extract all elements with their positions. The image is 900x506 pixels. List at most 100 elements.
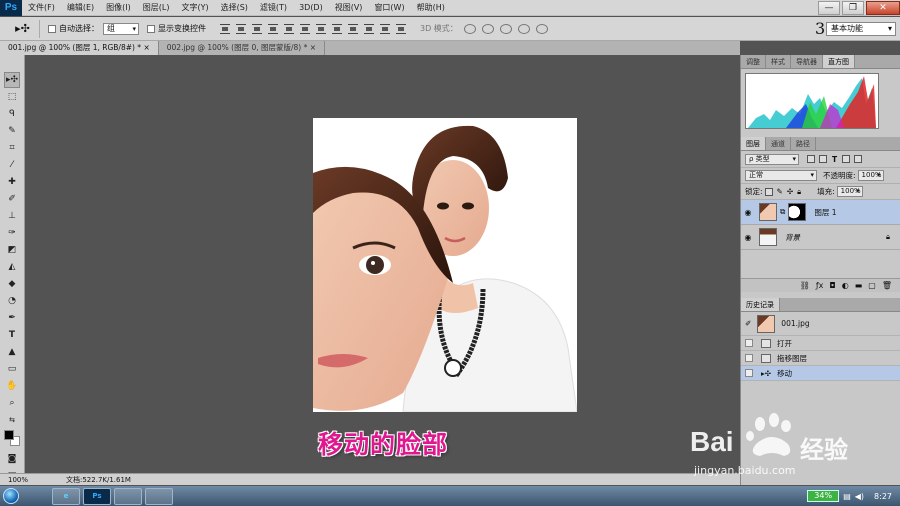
opacity-input[interactable]: 100% <box>857 170 884 181</box>
brush-tool-icon[interactable]: ✐ <box>4 191 20 207</box>
taskbar-photoshop-icon[interactable]: Ps <box>83 487 111 505</box>
tab-adjustments[interactable]: 调整 <box>741 55 766 68</box>
adjustment-layer-icon[interactable]: ◐ <box>842 281 849 290</box>
distribute-bottom-icon[interactable] <box>348 23 358 34</box>
3d-rotate-icon[interactable] <box>463 23 476 34</box>
visibility-eye-icon[interactable]: ◉ <box>741 233 755 242</box>
tab-styles[interactable]: 样式 <box>766 55 791 68</box>
tab-paths[interactable]: 路径 <box>791 137 816 150</box>
distribute-left-icon[interactable] <box>364 23 374 34</box>
document-canvas[interactable] <box>313 118 577 412</box>
minimize-button[interactable]: — <box>818 1 840 15</box>
3d-drag-icon[interactable] <box>499 23 512 34</box>
fill-input[interactable]: 100% <box>836 186 863 197</box>
marquee-tool-icon[interactable]: ⬚ <box>4 89 20 105</box>
menu-view[interactable]: 视图(V) <box>329 2 369 13</box>
align-vcenter-icon[interactable] <box>236 23 246 34</box>
shape-tool-icon[interactable]: ▭ <box>4 361 20 377</box>
layer-mask-thumbnail[interactable] <box>788 203 807 221</box>
taskbar-folder-icon[interactable] <box>145 487 173 505</box>
tray-volume-icon[interactable]: ◀) <box>855 492 864 501</box>
align-left-icon[interactable] <box>268 23 278 34</box>
quick-mask-icon[interactable]: ◙ <box>4 451 20 467</box>
menu-edit[interactable]: 编辑(E) <box>61 2 100 13</box>
filter-type-icon[interactable]: T <box>832 155 837 164</box>
eraser-tool-icon[interactable]: ◩ <box>4 242 20 258</box>
menu-3d[interactable]: 3D(D) <box>293 3 329 12</box>
tab-history[interactable]: 历史记录 <box>741 298 780 311</box>
add-mask-icon[interactable]: ◘ <box>829 281 835 290</box>
menu-window[interactable]: 窗口(W) <box>368 2 410 13</box>
paint-bucket-tool-icon[interactable]: ◭ <box>4 259 20 275</box>
history-source-box[interactable] <box>745 354 753 362</box>
dodge-tool-icon[interactable]: ◔ <box>4 293 20 309</box>
menu-layer[interactable]: 图层(L) <box>137 2 176 13</box>
foreground-color-swatch[interactable] <box>4 430 14 440</box>
layer-name[interactable]: 背景 <box>785 232 800 243</box>
filter-adjust-icon[interactable] <box>819 155 827 163</box>
hand-tool-icon[interactable]: ✋ <box>4 378 20 394</box>
menu-filter[interactable]: 滤镜(T) <box>254 2 293 13</box>
tray-clock[interactable]: 8:27 <box>874 492 892 501</box>
tab-002-close-icon[interactable]: × <box>310 43 316 52</box>
canvas-area[interactable]: 移动的脸部 <box>26 55 740 473</box>
fx-icon[interactable]: ƒx <box>816 281 824 290</box>
tab-histogram[interactable]: 直方图 <box>823 55 855 68</box>
history-source-box[interactable] <box>745 369 753 377</box>
pen-tool-icon[interactable]: ✒ <box>4 310 20 326</box>
new-layer-icon[interactable]: ▢ <box>868 281 876 290</box>
new-group-icon[interactable]: ▬ <box>855 281 863 290</box>
lock-pixels-icon[interactable]: ✎ <box>777 187 783 196</box>
start-button[interactable] <box>0 486 22 506</box>
history-item-move[interactable]: ▸✣ 移动 <box>741 366 900 381</box>
show-transform-checkbox[interactable] <box>147 24 155 33</box>
move-tool-icon[interactable]: ▸✣ <box>4 72 20 88</box>
3d-roll-icon[interactable] <box>481 23 494 34</box>
history-item-open[interactable]: 打开 <box>741 336 900 351</box>
distribute-vcenter-icon[interactable] <box>332 23 342 34</box>
history-item-drag-layer[interactable]: 拖移图层 <box>741 351 900 366</box>
history-source-box[interactable] <box>745 339 753 347</box>
align-hcenter-icon[interactable] <box>284 23 294 34</box>
visibility-eye-icon[interactable]: ◉ <box>741 208 755 217</box>
menu-file[interactable]: 文件(F) <box>22 2 61 13</box>
distribute-top-icon[interactable] <box>316 23 326 34</box>
blur-tool-icon[interactable]: ◆ <box>4 276 20 292</box>
tab-channels[interactable]: 通道 <box>766 137 791 150</box>
default-colors-icon[interactable]: ⇆ <box>4 412 20 428</box>
layer-row-1[interactable]: ◉ ⧉ 图层 1 <box>741 200 900 225</box>
layer-row-background[interactable]: ◉ 背景 🔒︎ <box>741 225 900 250</box>
move-tool-preset-icon[interactable]: ▸✣ <box>6 19 40 38</box>
distribute-hcenter-icon[interactable] <box>380 23 390 34</box>
battery-indicator[interactable]: 34% <box>807 490 840 502</box>
menu-image[interactable]: 图像(I) <box>100 2 137 13</box>
align-bottom-icon[interactable] <box>252 23 262 34</box>
layer-kind-dropdown[interactable]: ρ 类型 <box>745 153 799 165</box>
blend-mode-dropdown[interactable]: 正常 <box>745 170 817 181</box>
taskbar-image-viewer-icon[interactable] <box>114 487 142 505</box>
zoom-level[interactable]: 100% <box>0 476 40 484</box>
align-top-icon[interactable] <box>220 23 230 34</box>
healing-brush-tool-icon[interactable]: ✚ <box>4 174 20 190</box>
tray-network-icon[interactable]: ▤ <box>843 492 851 501</box>
lock-transparent-icon[interactable] <box>764 187 773 196</box>
tab-navigator[interactable]: 导航器 <box>791 55 823 68</box>
type-tool-icon[interactable]: T <box>4 327 20 343</box>
close-button[interactable]: ✕ <box>866 1 900 15</box>
filter-pixel-icon[interactable] <box>807 155 815 163</box>
tab-001[interactable]: 001.jpg @ 100% (图层 1, RGB/8#) * × <box>0 41 159 55</box>
clone-stamp-tool-icon[interactable]: ⊥ <box>4 208 20 224</box>
eyedropper-tool-icon[interactable]: ⁄ <box>4 157 20 173</box>
lock-position-icon[interactable]: ✣ <box>787 187 793 196</box>
3d-slide-icon[interactable] <box>517 23 530 34</box>
path-select-tool-icon[interactable]: ▲ <box>4 344 20 360</box>
link-layers-icon[interactable]: ⛓ <box>800 281 810 290</box>
menu-select[interactable]: 选择(S) <box>215 2 254 13</box>
3d-scale-icon[interactable] <box>535 23 548 34</box>
menu-help[interactable]: 帮助(H) <box>411 2 451 13</box>
tab-001-close-icon[interactable]: × <box>143 43 149 52</box>
crop-tool-icon[interactable]: ⌗ <box>4 140 20 156</box>
zoom-tool-icon[interactable]: ⌕ <box>4 395 20 411</box>
history-snapshot[interactable]: ✐ 001.jpg <box>741 312 900 336</box>
delete-layer-icon[interactable]: 🗑︎ <box>882 281 892 290</box>
